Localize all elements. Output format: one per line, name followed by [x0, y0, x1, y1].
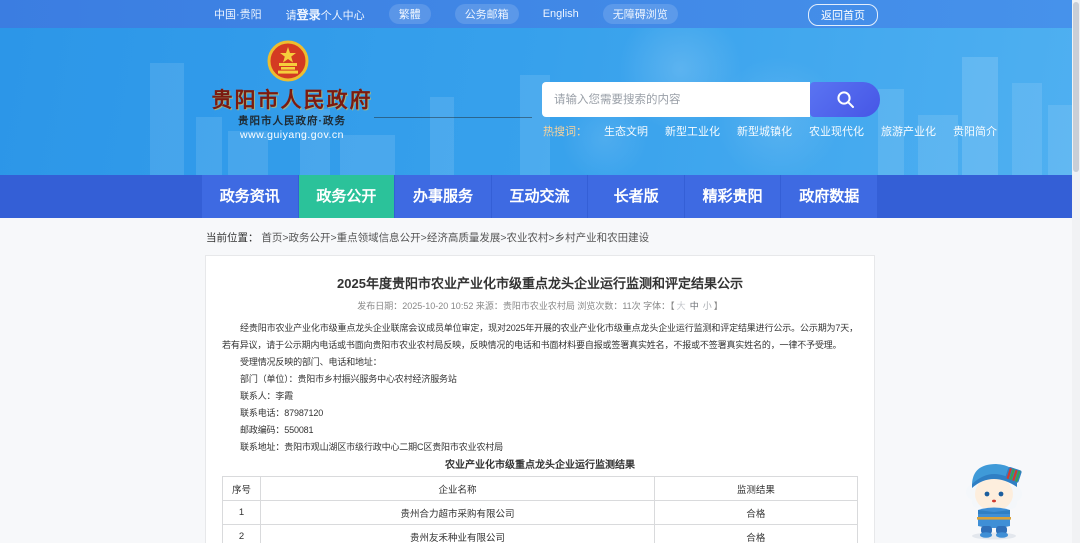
- nav-tab-senior-version[interactable]: 长者版: [588, 175, 684, 218]
- national-emblem-icon: [267, 40, 309, 82]
- nav-tab-wonderful-guiyang[interactable]: 精彩贵阳: [684, 175, 781, 218]
- site-url: www.guiyang.gov.cn: [240, 129, 344, 141]
- article-body: 经贵阳市农业产业化市级重点龙头企业联席会议成员单位审定，现对2025年开展的农业…: [222, 320, 858, 456]
- breadcrumb-path[interactable]: 首页>政务公开>重点领域信息公开>经济高质量发展>农业农村>乡村产业和农田建设: [261, 232, 649, 244]
- paragraph: 联系人：李霞: [240, 391, 294, 401]
- article-meta: 发布日期：2025-10-20 10:52 来源：贵阳市农业农村局 浏览次数：1…: [222, 299, 858, 313]
- font-size-large-button[interactable]: 大: [677, 301, 686, 311]
- topbar-link-official-mail[interactable]: 公务邮箱: [454, 4, 519, 24]
- skyline-building: [1012, 83, 1042, 175]
- cell-company: 贵州合力超市采购有限公司: [260, 500, 655, 525]
- login-suffix: 个人中心: [320, 9, 365, 22]
- header-serial: 序号: [221, 476, 262, 501]
- site-title: 贵阳市人民政府: [211, 89, 373, 112]
- login-bold: 登录: [296, 7, 321, 22]
- font-size-small-button[interactable]: 小: [703, 301, 712, 311]
- font-size-medium-button[interactable]: 中: [690, 301, 699, 311]
- hot-search-row: 热搜词： 生态文明 新型工业化 新型城镇化 农业现代化 旅游产业化 贵阳简介: [543, 123, 997, 139]
- banner: 贵阳市人民政府 贵阳市人民政府·政务 www.guiyang.gov.cn 热搜…: [0, 28, 1080, 175]
- back-home-button[interactable]: 返回首页: [808, 4, 878, 26]
- topbar-inner: 中国·贵阳 请登录个人中心 繁體 公务邮箱 English 无障碍浏览 返回首页: [202, 0, 878, 28]
- cell-serial: 1: [221, 500, 262, 525]
- topbar: 中国·贵阳 请登录个人中心 繁體 公务邮箱 English 无障碍浏览 返回首页: [0, 0, 1080, 28]
- nav-tab-news[interactable]: 政务资讯: [202, 175, 298, 218]
- nav-tab-gov-data[interactable]: 政府数据: [781, 175, 878, 218]
- article-card: 2025年度贵阳市农业产业化市级重点龙头企业运行监测和评定结果公示 发布日期：2…: [205, 255, 875, 543]
- topbar-login-link[interactable]: 请登录个人中心: [286, 6, 365, 23]
- header-result: 监测结果: [653, 476, 859, 501]
- hot-word-guiyang-intro[interactable]: 贵阳简介: [953, 123, 997, 139]
- table-row: 2 贵州友禾种业有限公司 合格: [221, 524, 859, 543]
- topbar-link-china-guiyang[interactable]: 中国·贵阳: [214, 6, 262, 22]
- scrollbar-track[interactable]: [1072, 0, 1080, 543]
- monitor-result-table: 序号 企业名称 监测结果 1 贵州合力超市采购有限公司 合格 2 贵州友禾种业有…: [221, 476, 859, 543]
- nav-tab-gov-affairs-open[interactable]: 政务公开: [298, 175, 395, 218]
- article-title: 2025年度贵阳市农业产业化市级重点龙头企业运行监测和评定结果公示: [337, 276, 743, 291]
- hot-search-label: 热搜词：: [543, 126, 587, 138]
- paragraph: 经贵阳市农业产业化市级重点龙头企业联席会议成员单位审定，现对2025年开展的农业…: [222, 323, 858, 350]
- skyline-building: [150, 63, 184, 175]
- nav-tab-services[interactable]: 办事服务: [395, 175, 491, 218]
- mascot-assistant[interactable]: [948, 450, 1040, 542]
- scrollbar-thumb[interactable]: [1073, 2, 1079, 172]
- paragraph: 部门（单位）：贵阳市乡村振兴服务中心农村经济服务站: [240, 374, 457, 384]
- hot-word-ecology[interactable]: 生态文明: [604, 123, 648, 139]
- cell-result: 合格: [653, 500, 859, 525]
- hot-word-tourism[interactable]: 旅游产业化: [881, 123, 936, 139]
- decorative-line: [374, 117, 532, 118]
- hot-word-industry[interactable]: 新型工业化: [665, 123, 720, 139]
- table-header-row: 序号 企业名称 监测结果: [221, 476, 859, 501]
- login-prefix: 请: [285, 9, 297, 22]
- table-row: 1 贵州合力超市采购有限公司 合格: [221, 500, 859, 525]
- main-nav: 政务资讯 政务公开 办事服务 互动交流 长者版 精彩贵阳 政府数据: [0, 175, 1080, 218]
- paragraph: 联系地址：贵阳市观山湖区市级行政中心二期C区贵阳市农业农村局: [240, 442, 504, 452]
- site-subtitle: 贵阳市人民政府·政务: [238, 115, 346, 127]
- paragraph: 邮政编码：550081: [240, 425, 314, 435]
- cell-result: 合格: [653, 524, 859, 543]
- breadcrumb-label: 当前位置：: [206, 232, 259, 244]
- search-button[interactable]: [810, 82, 880, 117]
- topbar-link-accessibility[interactable]: 无障碍浏览: [602, 4, 678, 24]
- hot-word-agriculture[interactable]: 农业现代化: [809, 123, 864, 139]
- breadcrumb: 当前位置： 首页>政务公开>重点领域信息公开>经济高质量发展>农业农村>乡村产业…: [206, 230, 649, 245]
- cell-company: 贵州友禾种业有限公司: [260, 524, 655, 543]
- nav-tab-interaction[interactable]: 互动交流: [491, 175, 588, 218]
- paragraph: 联系电话：87987120: [240, 408, 324, 418]
- search-icon: [836, 91, 854, 108]
- topbar-link-traditional-chinese[interactable]: 繁體: [388, 4, 431, 24]
- hot-word-urbanization[interactable]: 新型城镇化: [737, 123, 792, 139]
- meta-text: 发布日期：2025-10-20 10:52 来源：贵阳市农业农村局 浏览次数：1…: [357, 301, 675, 311]
- meta-bracket-close: 】: [713, 301, 723, 311]
- search-input[interactable]: [542, 82, 810, 117]
- header-company: 企业名称: [260, 476, 655, 501]
- cell-serial: 2: [221, 524, 262, 543]
- topbar-link-english[interactable]: English: [543, 8, 579, 20]
- table-caption: 农业产业化市级重点龙头企业运行监测结果: [445, 460, 635, 471]
- paragraph: 受理情况反映的部门、电话和地址：: [240, 357, 382, 367]
- skyline-pagoda: [962, 57, 998, 175]
